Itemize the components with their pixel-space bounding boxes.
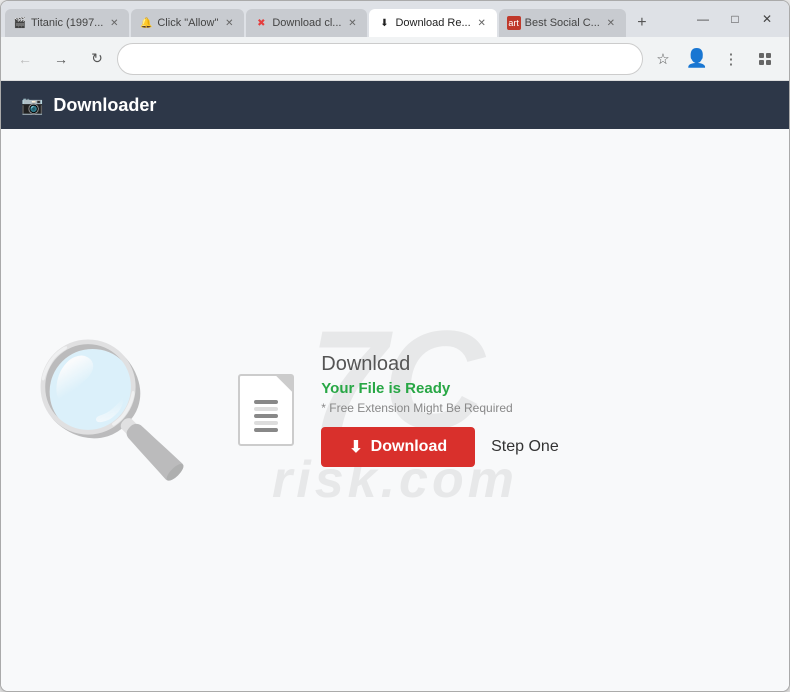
step-one-label: Step One bbox=[491, 438, 559, 456]
tab-favicon-allow: 🔔 bbox=[139, 16, 153, 30]
back-button[interactable]: ← bbox=[9, 43, 41, 75]
magnifier-background-icon: 🔍 bbox=[31, 334, 193, 487]
tab-favicon-social: art bbox=[507, 16, 521, 30]
download-note-text: * Free Extension Might Be Required bbox=[321, 401, 558, 415]
tab-label-download-cl: Download cl... bbox=[272, 17, 341, 29]
tab-close-titanic[interactable]: ✕ bbox=[107, 16, 121, 30]
window-controls: — □ ✕ bbox=[689, 1, 789, 37]
address-bar[interactable] bbox=[117, 43, 643, 75]
toolbar: ← → ↻ ☆ 👤 ⋮ bbox=[1, 37, 789, 81]
download-title: Download bbox=[321, 353, 558, 376]
main-area: 7C risk.com 🔍 bbox=[1, 129, 789, 691]
tabs-area: 🎬 Titanic (1997... ✕ 🔔 Click "Allow" ✕ ✖… bbox=[1, 1, 689, 37]
app-header-title: Downloader bbox=[53, 95, 156, 116]
tab-social[interactable]: art Best Social C... ✕ bbox=[499, 9, 626, 37]
page-content: 📷 Downloader 7C risk.com 🔍 bbox=[1, 81, 789, 691]
tab-close-social[interactable]: ✕ bbox=[604, 16, 618, 30]
download-ready-text: Your File is Ready bbox=[321, 380, 558, 397]
zip-line-1 bbox=[254, 400, 278, 404]
tab-favicon-download-cl: ✖ bbox=[254, 16, 268, 30]
forward-button[interactable]: → bbox=[45, 43, 77, 75]
tab-favicon-titanic: 🎬 bbox=[13, 16, 27, 30]
zip-line-4 bbox=[254, 421, 278, 425]
tab-close-allow[interactable]: ✕ bbox=[222, 16, 236, 30]
app-header-icon: 📷 bbox=[21, 95, 43, 116]
file-icon-container bbox=[231, 365, 301, 455]
minimize-button[interactable]: — bbox=[689, 5, 717, 33]
tab-close-download-re[interactable]: ✕ bbox=[475, 16, 489, 30]
download-info: Download Your File is Ready * Free Exten… bbox=[321, 353, 558, 467]
action-row: ⬇ Download Step One bbox=[321, 427, 558, 467]
tab-label-titanic: Titanic (1997... bbox=[31, 17, 103, 29]
new-tab-button[interactable]: + bbox=[628, 9, 656, 37]
tab-close-download-cl[interactable]: ✕ bbox=[345, 16, 359, 30]
extensions-button[interactable] bbox=[749, 43, 781, 75]
zip-line-3 bbox=[254, 414, 278, 418]
tab-label-allow: Click "Allow" bbox=[157, 17, 218, 29]
download-button[interactable]: ⬇ Download bbox=[321, 427, 475, 467]
zip-line-2 bbox=[254, 407, 278, 411]
download-button-label: Download bbox=[371, 438, 447, 456]
menu-button[interactable]: ⋮ bbox=[715, 43, 747, 75]
tab-label-download-re: Download Re... bbox=[395, 17, 470, 29]
tab-download-cl[interactable]: ✖ Download cl... ✕ bbox=[246, 9, 367, 37]
close-button[interactable]: ✕ bbox=[753, 5, 781, 33]
title-bar: 🎬 Titanic (1997... ✕ 🔔 Click "Allow" ✕ ✖… bbox=[1, 1, 789, 37]
profile-button[interactable]: 👤 bbox=[681, 43, 713, 75]
tab-allow[interactable]: 🔔 Click "Allow" ✕ bbox=[131, 9, 244, 37]
app-header: 📷 Downloader bbox=[1, 81, 789, 129]
maximize-button[interactable]: □ bbox=[721, 5, 749, 33]
tab-download-re[interactable]: ⬇ Download Re... ✕ bbox=[369, 9, 496, 37]
download-card: Download Your File is Ready * Free Exten… bbox=[231, 353, 558, 467]
toolbar-icons: ☆ 👤 ⋮ bbox=[647, 43, 747, 75]
bookmark-button[interactable]: ☆ bbox=[647, 43, 679, 75]
file-icon bbox=[238, 374, 294, 446]
zip-line-5 bbox=[254, 428, 278, 432]
browser-window: 🎬 Titanic (1997... ✕ 🔔 Click "Allow" ✕ ✖… bbox=[0, 0, 790, 692]
download-icon: ⬇ bbox=[349, 437, 362, 457]
zip-lines bbox=[254, 400, 278, 432]
tab-label-social: Best Social C... bbox=[525, 17, 600, 29]
tab-favicon-download-re: ⬇ bbox=[377, 16, 391, 30]
reload-button[interactable]: ↻ bbox=[81, 43, 113, 75]
tab-titanic[interactable]: 🎬 Titanic (1997... ✕ bbox=[5, 9, 129, 37]
